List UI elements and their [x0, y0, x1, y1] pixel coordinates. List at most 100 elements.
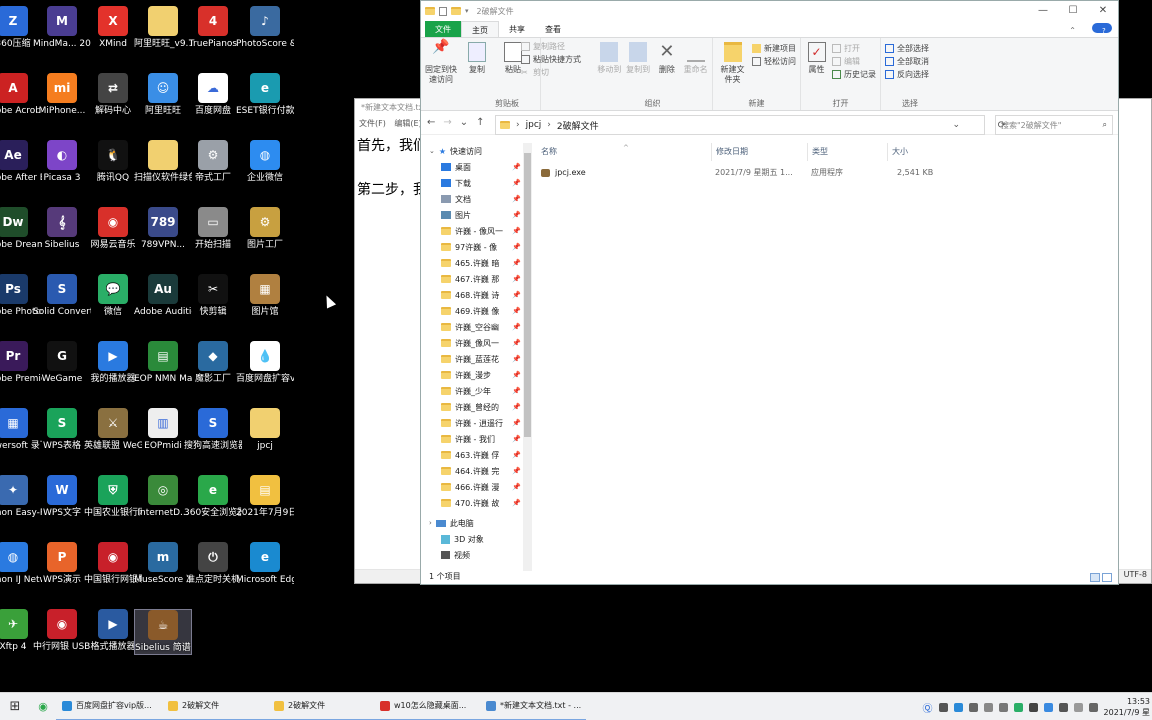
nav-3d-objects[interactable]: 3D 对象 — [421, 531, 523, 547]
details-view-icon[interactable] — [1090, 573, 1100, 582]
breadcrumb-current[interactable]: 2破解文件 — [557, 119, 599, 132]
explorer-titlebar[interactable]: ▾ 2破解文件 — ☐ ✕ — [421, 1, 1118, 21]
notepad-menu-file[interactable]: 文件(F) — [359, 119, 386, 128]
taskbar-task[interactable]: *新建文本文档.txt - ... — [480, 693, 586, 720]
nav-item[interactable]: 许巍 - 像风一 📌 — [421, 223, 523, 239]
desktop-icon[interactable]: mi MiPhone... — [33, 73, 91, 117]
desktop-icon[interactable]: M MindMa... 2020 — [33, 6, 91, 50]
desktop-icon[interactable]: ♪ PhotoScore & Notate... — [236, 6, 294, 50]
cut-button[interactable]: ✂ 剪切 — [521, 67, 581, 78]
up-arrow-icon[interactable]: ↑ — [476, 117, 484, 128]
nav-item[interactable]: 许巍_曾经的 📌 — [421, 399, 523, 415]
nav-item[interactable]: 464.许巍 完 📌 — [421, 463, 523, 479]
recent-locations-icon[interactable]: ⌄ — [460, 117, 468, 128]
back-arrow-icon[interactable]: ← — [427, 117, 435, 128]
nav-item[interactable]: 470.许巍 故 📌 — [421, 495, 523, 511]
maximize-button[interactable]: ☐ — [1058, 1, 1088, 21]
new-folder-icon[interactable] — [451, 7, 461, 15]
new-item-button[interactable]: 新建项目 — [752, 43, 796, 54]
breadcrumb-jpcj[interactable]: jpcj — [526, 120, 542, 130]
nav-this-pc[interactable]: › 此电脑 — [421, 515, 523, 531]
select-all-button[interactable]: 全部选择 — [885, 43, 929, 54]
nav-item[interactable]: 468.许巍 诗 📌 — [421, 287, 523, 303]
desktop-icon[interactable]: ◍ 企业微信 — [236, 140, 294, 184]
new-folder-button[interactable]: 新建文件夹 — [717, 42, 748, 98]
desktop-icon[interactable]: jpcj — [236, 408, 294, 452]
desktop-icon[interactable]: G WeGame — [33, 341, 91, 385]
nav-item[interactable]: 97许巍 - 像 📌 — [421, 239, 523, 255]
edit-button[interactable]: 编辑 — [832, 56, 876, 67]
search-icon[interactable]: ⌕ — [1103, 120, 1107, 130]
tab-share[interactable]: 共享 — [499, 21, 535, 37]
start-icon[interactable]: ⊞ — [0, 699, 30, 714]
nav-item[interactable]: 469.许巍 像 📌 — [421, 303, 523, 319]
nav-item[interactable]: 463.许巍 俘 📌 — [421, 447, 523, 463]
desktop-icon[interactable]: 4 TruePianos — [184, 6, 242, 50]
desktop-icon[interactable]: S 搜狗高速浏览器 — [184, 408, 242, 452]
minimize-button[interactable]: — — [1028, 1, 1058, 21]
copy-path-button[interactable]: 复制路径 — [521, 41, 581, 52]
file-explorer-window[interactable]: ▾ 2破解文件 — ☐ ✕ 文件 主页 共享 查看 ⌃ ? 📌 固定到快速访问 … — [420, 0, 1119, 585]
nav-scrollbar[interactable] — [523, 143, 532, 571]
nav-item[interactable]: 466.许巍 漫 📌 — [421, 479, 523, 495]
tray-icon[interactable] — [1043, 702, 1053, 712]
browser-icon[interactable]: ◉ — [30, 700, 56, 713]
column-modified[interactable]: 修改日期 — [711, 143, 807, 161]
nav-videos[interactable]: 视频 — [421, 547, 523, 563]
tab-home[interactable]: 主页 — [461, 21, 499, 37]
scrollbar-thumb[interactable] — [524, 153, 531, 437]
properties-icon[interactable] — [439, 6, 447, 16]
desktop-icon[interactable]: ✂ 快剪辑 — [184, 274, 242, 318]
tab-view[interactable]: 查看 — [535, 21, 571, 37]
notepad-menu-edit[interactable]: 编辑(E) — [394, 119, 421, 128]
rename-button[interactable]: 重命名 — [683, 42, 708, 98]
nav-item[interactable]: 下载 📌 — [421, 175, 523, 191]
tray-icon[interactable] — [953, 702, 963, 712]
desktop-icon[interactable]: e 360安全浏览器 — [184, 475, 242, 519]
desktop-icon[interactable]: ▭ 开始扫描 — [184, 207, 242, 251]
desktop-icon[interactable]: S WPS表格 — [33, 408, 91, 452]
expand-ribbon-icon[interactable]: ⌃ — [1059, 23, 1086, 38]
pin-input-icon[interactable]: Ⓠ — [923, 700, 933, 715]
taskbar-task[interactable]: 2破解文件 — [162, 693, 268, 720]
tray-icon[interactable] — [998, 702, 1008, 712]
large-icons-view-icon[interactable] — [1102, 573, 1112, 582]
paste-shortcut-button[interactable]: 粘贴快捷方式 — [521, 54, 581, 65]
invert-selection-button[interactable]: 反向选择 — [885, 69, 929, 80]
chevron-down-icon[interactable]: ▾ — [465, 7, 469, 15]
desktop-icon[interactable]: ▦ 图片馆 — [236, 274, 294, 318]
taskbar-task[interactable]: 2破解文件 — [268, 693, 374, 720]
desktop-icon[interactable]: ⚙ 帝式工厂 — [184, 140, 242, 184]
nav-item[interactable]: 许巍 - 逍遥行 📌 — [421, 415, 523, 431]
column-size[interactable]: 大小 — [887, 143, 937, 161]
forward-arrow-icon[interactable]: → — [443, 117, 451, 128]
volume-icon[interactable] — [1088, 702, 1098, 712]
desktop-icon[interactable]: ⚙ 图片工厂 — [236, 207, 294, 251]
network-icon[interactable] — [1073, 702, 1083, 712]
chevron-right-icon[interactable]: › — [429, 519, 432, 527]
column-type[interactable]: 类型 — [807, 143, 887, 161]
wechat-tray-icon[interactable] — [1013, 702, 1023, 712]
nav-quick-access[interactable]: ⌄ ★ 快速访问 — [421, 143, 523, 159]
nav-item[interactable]: 467.许巍 那 📌 — [421, 271, 523, 287]
desktop-icon[interactable]: ◉ 中行网银 USBKey数... — [33, 609, 91, 653]
nav-item[interactable]: 许巍_少年 📌 — [421, 383, 523, 399]
nav-item[interactable]: 许巍_空谷幽 📌 — [421, 319, 523, 335]
move-to-button[interactable]: 移动到 — [597, 42, 622, 98]
desktop-icon[interactable]: ◆ 魔影工厂 — [184, 341, 242, 385]
properties-button[interactable]: ✓ 属性 — [805, 42, 828, 98]
tray-icon[interactable] — [938, 702, 948, 712]
desktop-icon[interactable]: 𝄞 Sibelius — [33, 207, 91, 251]
table-row[interactable]: jpcj.exe 2021/7/9 星期五 1... 应用程序 2,541 KB — [537, 165, 957, 181]
search-input[interactable]: 搜索"2破解文件" ⌕ — [995, 115, 1113, 135]
taskbar-task[interactable]: w10怎么隐藏桌面... — [374, 693, 480, 720]
desktop-icon[interactable]: ⏻ 准点定时关机 — [184, 542, 242, 586]
desktop-icon[interactable]: W WPS文字 — [33, 475, 91, 519]
easy-access-button[interactable]: 轻松访问 — [752, 56, 796, 67]
close-button[interactable]: ✕ — [1088, 1, 1118, 21]
pin-quick-access-button[interactable]: 📌 固定到快速访问 — [425, 40, 457, 98]
desktop-icon[interactable]: ☁ 百度网盘 — [184, 73, 242, 117]
nav-item[interactable]: 许巍_漫步 📌 — [421, 367, 523, 383]
select-none-button[interactable]: 全部取消 — [885, 56, 929, 67]
history-button[interactable]: 历史记录 — [832, 69, 876, 80]
